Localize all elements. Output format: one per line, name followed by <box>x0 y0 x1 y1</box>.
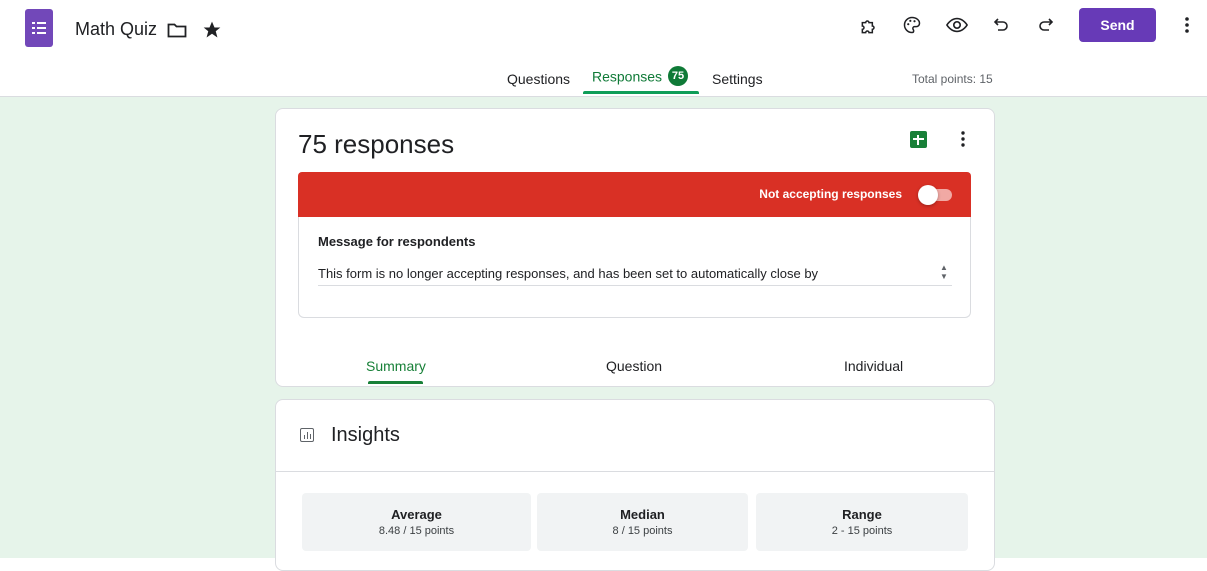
stat-median: Median 8 / 15 points <box>537 493 748 551</box>
message-textarea[interactable]: This form is no longer accepting respons… <box>318 265 918 284</box>
stat-range: Range 2 - 15 points <box>756 493 968 551</box>
subtab-individual[interactable]: Individual <box>844 358 903 374</box>
not-accepting-banner: Not accepting responses <box>298 172 971 217</box>
forms-logo-icon[interactable] <box>25 9 53 47</box>
logo-bullet <box>32 32 35 34</box>
insights-chart-icon <box>300 428 314 442</box>
sheets-icon[interactable] <box>910 131 927 148</box>
card-more-vert-icon[interactable] <box>956 129 970 149</box>
preview-eye-icon[interactable] <box>944 13 970 37</box>
stat-average-value: 8.48 / 15 points <box>378 525 455 537</box>
folder-icon[interactable] <box>166 20 188 40</box>
not-accepting-label: Not accepting responses <box>759 187 902 201</box>
logo-bullet <box>32 22 35 24</box>
star-icon[interactable] <box>201 19 223 41</box>
message-label: Message for respondents <box>318 234 476 249</box>
responses-count-badge: 75 <box>668 66 689 86</box>
logo-line <box>37 32 46 34</box>
sheets-icon-bar <box>917 135 919 145</box>
insights-title: Insights <box>331 424 400 446</box>
form-title[interactable]: Math Quiz <box>75 19 157 40</box>
palette-icon[interactable] <box>900 13 924 37</box>
send-button[interactable]: Send <box>1079 8 1156 42</box>
tab-responses-label: Responses <box>592 68 663 85</box>
insights-card: Insights Average 8.48 / 15 points Median… <box>275 399 995 571</box>
stat-median-value: 8 / 15 points <box>612 525 673 537</box>
logo-bullet <box>32 27 35 29</box>
sheets-icon-bar <box>913 138 924 140</box>
message-box: Message for respondents This form is no … <box>298 217 971 318</box>
responses-summary-card: 75 responses Not accepting responses Mes… <box>275 108 995 387</box>
addon-puzzle-icon[interactable] <box>857 14 881 38</box>
stat-range-value: 2 - 15 points <box>831 525 893 537</box>
subtab-question[interactable]: Question <box>606 358 662 374</box>
stat-range-label: Range <box>842 507 882 522</box>
stat-average: Average 8.48 / 15 points <box>302 493 531 551</box>
stat-average-label: Average <box>391 507 442 522</box>
insights-divider <box>276 471 994 472</box>
toggle-knob <box>918 185 938 205</box>
message-underline <box>318 285 952 286</box>
top-bar: Math Quiz Send Questions Responses 75 Set… <box>0 0 1207 97</box>
responses-count-title: 75 responses <box>298 129 455 159</box>
total-points: Total points: 15 <box>912 72 993 86</box>
tab-settings[interactable]: Settings <box>712 71 763 97</box>
more-vert-icon[interactable] <box>1177 14 1197 36</box>
tab-active-indicator <box>583 91 699 94</box>
textarea-scroll-arrows[interactable]: ▲ ▼ <box>939 263 949 281</box>
stat-median-label: Median <box>620 507 665 522</box>
redo-icon[interactable] <box>1035 14 1057 36</box>
tab-questions[interactable]: Questions <box>507 71 570 97</box>
subtab-active-indicator <box>368 381 423 384</box>
subtab-summary[interactable]: Summary <box>366 358 426 374</box>
logo-line <box>37 22 46 24</box>
undo-icon[interactable] <box>990 14 1012 36</box>
logo-line <box>37 27 46 29</box>
